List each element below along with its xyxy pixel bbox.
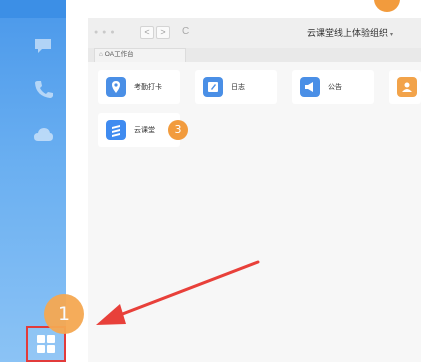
title-bar: ● ● ● < > C 云课堂线上体验组织 ▾ (88, 18, 421, 48)
chat-icon[interactable] (32, 34, 54, 56)
contact-card-icon (397, 77, 417, 97)
app-attendance[interactable]: 考勤打卡 (98, 70, 180, 104)
cloud-icon[interactable] (32, 124, 54, 146)
workbench-content: 考勤打卡 日志 公告 云课堂 (88, 62, 421, 362)
megaphone-icon (300, 77, 320, 97)
app-log[interactable]: 日志 (195, 70, 277, 104)
app-announcement[interactable]: 公告 (292, 70, 374, 104)
tab-oa-workbench[interactable]: ⌂ OA工作台 (94, 48, 186, 62)
app-label: 云课堂 (134, 127, 155, 134)
app-label: 日志 (231, 84, 245, 91)
app-contacts[interactable] (389, 70, 421, 104)
location-pin-icon (106, 77, 126, 97)
step-badge-top (374, 0, 400, 12)
notebook-icon (203, 77, 223, 97)
step-badge-1: 1 (44, 294, 84, 334)
back-button[interactable]: < (140, 26, 154, 39)
oa-window: ● ● ● < > C 云课堂线上体验组织▾ ⌂ OA工作台 考勤打卡 日志 (88, 18, 421, 362)
organization-label: 云课堂线上体验组织 (307, 28, 389, 38)
refresh-icon[interactable]: C (182, 26, 189, 37)
chevron-down-icon: ▾ (390, 32, 394, 38)
organization-name[interactable]: 云课堂线上体验组织 ▾ (307, 26, 393, 39)
tab-label: OA工作台 (104, 51, 134, 58)
tab-bar: ⌂ OA工作台 (88, 48, 421, 62)
app-label: 公告 (328, 84, 342, 91)
screen: ● ● ● < > C 云课堂线上体验组织▾ ⌂ OA工作台 考勤打卡 日志 (0, 0, 421, 362)
phone-icon[interactable] (32, 78, 54, 100)
forward-button[interactable]: > (156, 26, 170, 39)
app-label: 考勤打卡 (134, 84, 162, 91)
step-badge-3: 3 (168, 120, 188, 140)
sidebar-top (0, 0, 66, 18)
window-controls[interactable]: ● ● ● (94, 29, 116, 36)
cloud-classroom-icon (106, 120, 126, 140)
workbench-grid-icon (37, 335, 55, 353)
